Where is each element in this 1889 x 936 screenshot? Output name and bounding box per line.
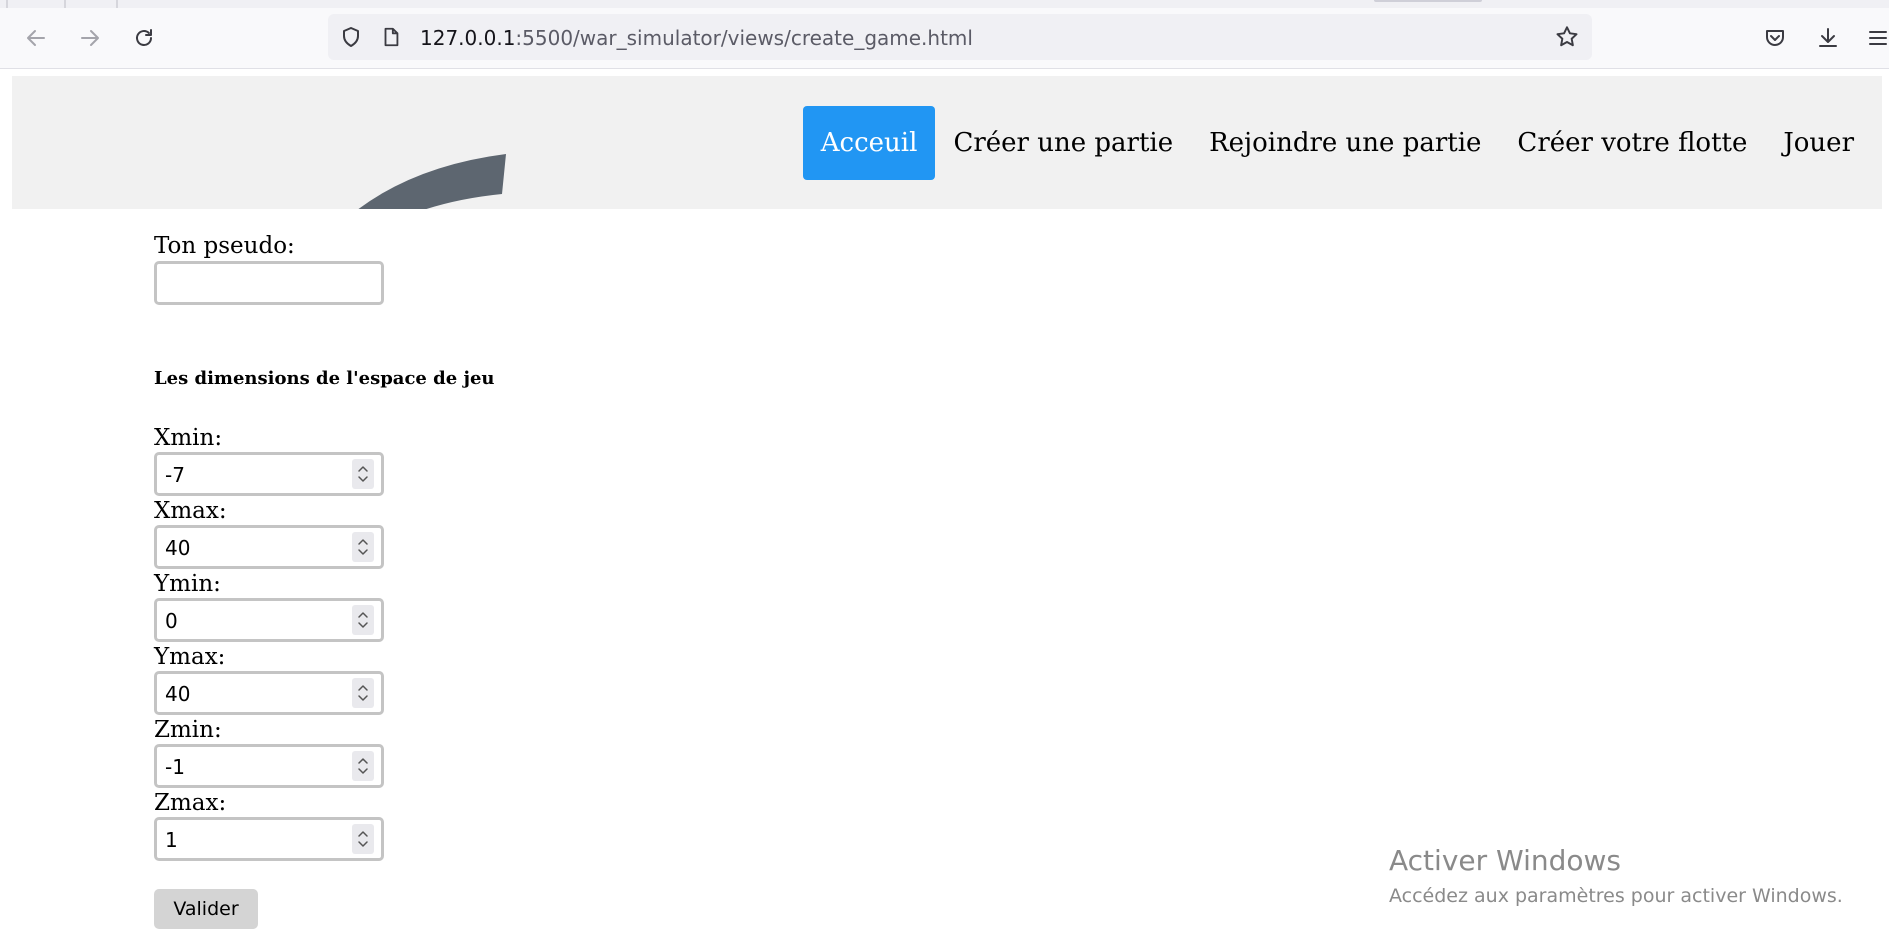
bookmark-star-icon[interactable]	[1554, 24, 1580, 50]
back-arrow-icon	[27, 30, 45, 46]
reload-icon	[136, 29, 152, 46]
menu-button[interactable]	[1862, 22, 1889, 54]
shield-icon[interactable]	[338, 24, 364, 50]
address-bar[interactable]: 127.0.0.1:5500/war_simulator/views/creat…	[328, 14, 1592, 60]
url-path: :5500/war_simulator/views/create_game.ht…	[515, 26, 973, 50]
tab-divider	[116, 0, 118, 8]
reload-button[interactable]	[128, 22, 160, 54]
menu-icon	[1869, 31, 1887, 45]
download-icon	[1819, 28, 1837, 47]
tab-indicator	[1374, 0, 1482, 2]
zmax-value: 1	[165, 828, 178, 852]
dimensions-title: Les dimensions de l'espace de jeu	[154, 368, 495, 389]
tab-divider	[64, 0, 66, 8]
spinner-arrows-icon	[358, 612, 368, 628]
main-nav: Acceuil Créer une partie Rejoindre une p…	[802, 106, 1872, 180]
spinner[interactable]	[352, 605, 374, 635]
watermark-subtitle: Accédez aux paramètres pour activer Wind…	[1389, 885, 1843, 907]
spinner[interactable]	[352, 532, 374, 562]
url-host: 127.0.0.1	[420, 26, 516, 50]
back-button[interactable]	[20, 22, 52, 54]
zmin-input[interactable]: -1	[154, 744, 384, 788]
spinner[interactable]	[352, 824, 374, 854]
spinner-arrows-icon	[358, 685, 368, 701]
nav-accueil[interactable]: Acceuil	[802, 106, 936, 180]
pseudo-label: Ton pseudo:	[154, 233, 295, 259]
spinner[interactable]	[352, 459, 374, 489]
forward-arrow-icon	[81, 30, 99, 46]
xmax-label: Xmax:	[154, 498, 227, 524]
ymax-label: Ymax:	[154, 644, 226, 670]
spinner-arrows-icon	[358, 831, 368, 847]
xmax-input[interactable]: 40	[154, 525, 384, 569]
xmax-value: 40	[165, 536, 191, 560]
spinner[interactable]	[352, 751, 374, 781]
tab-divider	[6, 0, 8, 8]
spinner-arrows-icon	[358, 758, 368, 774]
spinner-arrows-icon	[358, 539, 368, 555]
nav-jouer[interactable]: Jouer	[1765, 106, 1872, 180]
tab-strip	[0, 0, 1889, 8]
windows-activation-watermark: Activer Windows Accédez aux paramètres p…	[1389, 844, 1843, 907]
page-icon[interactable]	[378, 24, 404, 50]
nav-creer-partie[interactable]: Créer une partie	[935, 106, 1191, 180]
site-header: Acceuil Créer une partie Rejoindre une p…	[12, 76, 1882, 209]
zmin-value: -1	[165, 755, 185, 779]
pocket-icon	[1766, 30, 1784, 46]
xmin-input[interactable]: -7	[154, 452, 384, 496]
nav-creer-flotte[interactable]: Créer votre flotte	[1499, 106, 1765, 180]
forward-button[interactable]	[74, 22, 106, 54]
ymin-label: Ymin:	[154, 571, 221, 597]
submit-button[interactable]: Valider	[154, 889, 258, 929]
download-button[interactable]	[1812, 22, 1844, 54]
browser-toolbar: 127.0.0.1:5500/war_simulator/views/creat…	[0, 8, 1889, 69]
zmax-label: Zmax:	[154, 790, 227, 816]
url-text[interactable]: 127.0.0.1:5500/war_simulator/views/creat…	[420, 26, 973, 50]
watermark-title: Activer Windows	[1389, 844, 1622, 877]
nav-rejoindre-partie[interactable]: Rejoindre une partie	[1191, 106, 1499, 180]
zmin-label: Zmin:	[154, 717, 222, 743]
xmin-label: Xmin:	[154, 425, 223, 451]
ymax-value: 40	[165, 682, 191, 706]
spinner[interactable]	[352, 678, 374, 708]
ymin-value: 0	[165, 609, 178, 633]
spinner-arrows-icon	[358, 466, 368, 482]
zmax-input[interactable]: 1	[154, 817, 384, 861]
ymin-input[interactable]: 0	[154, 598, 384, 642]
pocket-button[interactable]	[1759, 22, 1791, 54]
logo-image	[358, 154, 506, 209]
pseudo-input[interactable]	[154, 261, 384, 305]
ymax-input[interactable]: 40	[154, 671, 384, 715]
xmin-value: -7	[165, 463, 185, 487]
